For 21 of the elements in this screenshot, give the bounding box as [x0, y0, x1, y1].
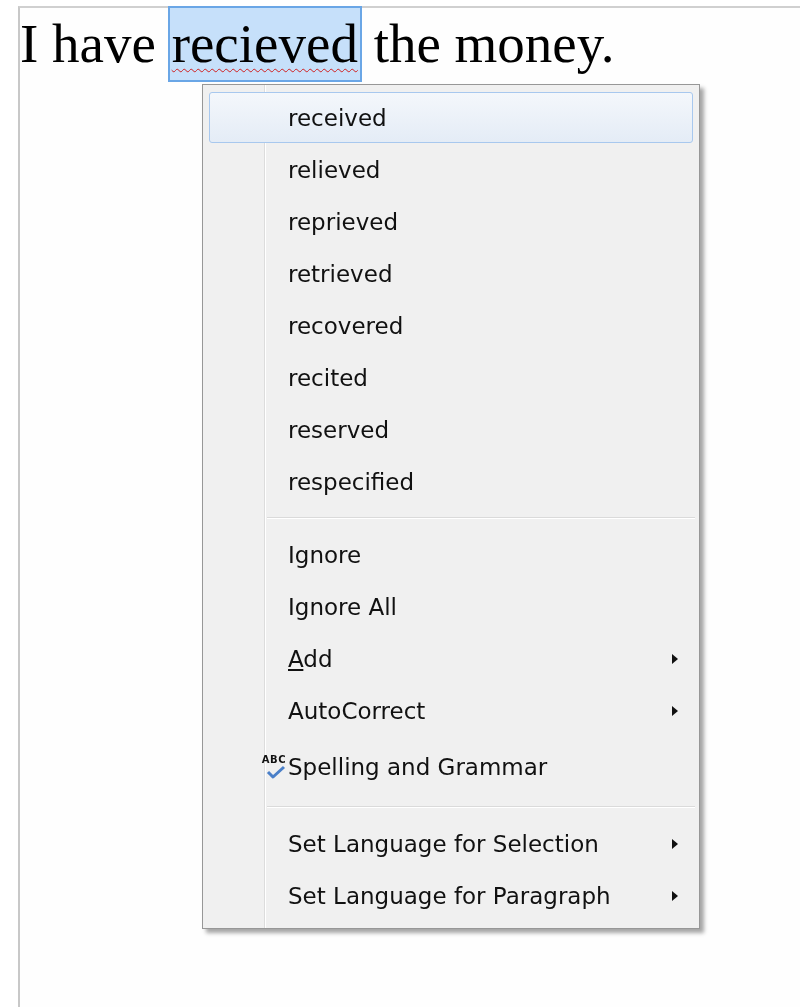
menu-item[interactable]: recited [209, 352, 693, 403]
document-text: I have [20, 13, 156, 74]
menu-item[interactable]: Ignore [209, 529, 693, 580]
menu-item[interactable]: received [209, 92, 693, 143]
menu-item[interactable]: recovered [209, 300, 693, 351]
menu-item[interactable]: respecified [209, 456, 693, 507]
menu-item[interactable]: relieved [209, 144, 693, 195]
menu-item[interactable]: reprieved [209, 196, 693, 247]
menu-item[interactable]: AutoCorrect [209, 685, 693, 736]
menu-item[interactable]: Add [209, 633, 693, 684]
document-text: the money. [373, 13, 615, 74]
menu-item[interactable]: Set Language for Selection [209, 818, 693, 869]
menu-item[interactable]: reserved [209, 404, 693, 455]
menu-item[interactable]: retrieved [209, 248, 693, 299]
submenu-arrow-icon [672, 890, 678, 901]
menu-item[interactable]: Ignore All [209, 581, 693, 632]
misspelled-word[interactable]: recieved [169, 8, 360, 80]
submenu-arrow-icon [672, 653, 678, 664]
submenu-arrow-icon [672, 705, 678, 716]
menu-item[interactable]: Set Language for Paragraph [209, 870, 693, 921]
submenu-arrow-icon [672, 838, 678, 849]
